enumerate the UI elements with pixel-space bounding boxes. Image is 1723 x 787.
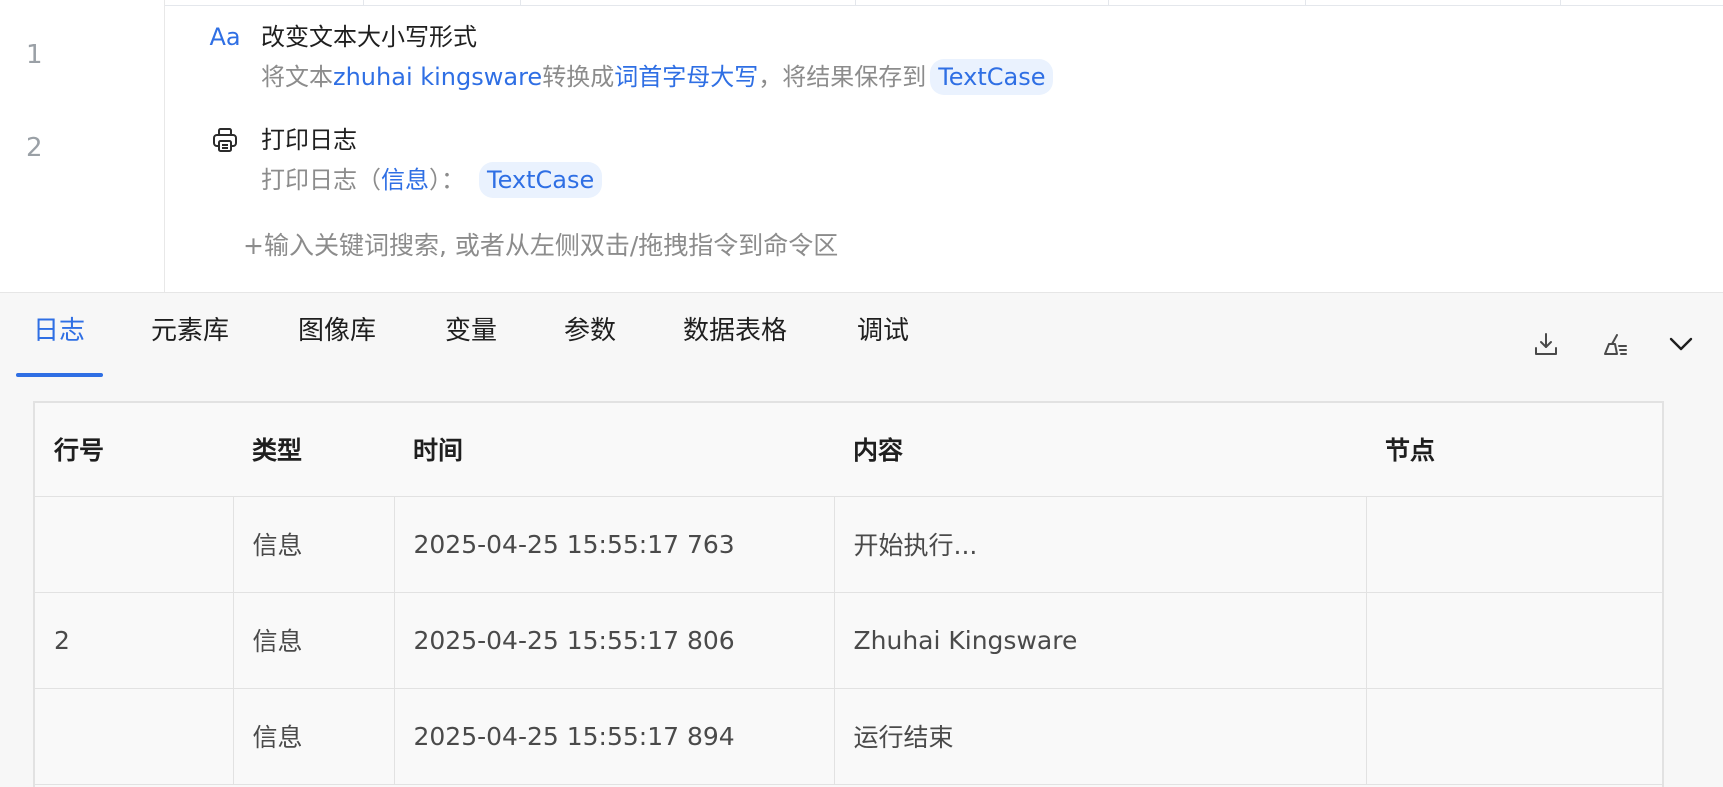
table-header-row: 行号 类型 时间 内容 节点: [35, 403, 1662, 497]
column-header-node: 节点: [1366, 403, 1662, 497]
chevron-down-icon[interactable]: [1664, 327, 1698, 361]
desc-text: 打印日志（: [261, 166, 381, 194]
cell-content: 开始执行...: [834, 496, 1367, 593]
cell-time: 2025-04-25 15:55:17 763: [394, 496, 835, 593]
cell-line: 2: [35, 592, 234, 689]
column-header-content: 内容: [834, 403, 1366, 497]
command-description: 将文本 zhuhai kingsware 转换成 词首字母大写 ，将结果保存到 …: [261, 58, 1054, 96]
cell-time: 2025-04-25 15:55:17 806: [394, 592, 835, 689]
tab-log[interactable]: 日志: [33, 313, 85, 349]
tab-parameters[interactable]: 参数: [564, 313, 616, 349]
command-title: 改变文本大小写形式: [261, 23, 477, 51]
desc-text-value[interactable]: zhuhai kingsware: [333, 58, 542, 96]
tab-element-library[interactable]: 元素库: [151, 313, 229, 349]
desc-log-level[interactable]: 信息: [381, 161, 429, 199]
tab-debug[interactable]: 调试: [857, 313, 909, 349]
log-table: 行号 类型 时间 内容 节点 信息 2025-04-25 15:55:17 76…: [33, 401, 1664, 787]
add-command-hint[interactable]: +输入关键词搜索, 或者从左侧双击/拖拽指令到命令区: [243, 228, 838, 264]
clear-icon[interactable]: [1598, 327, 1632, 361]
line-number: 1: [26, 40, 43, 70]
desc-text: 转换成: [542, 63, 615, 91]
desc-text: ）：: [429, 166, 465, 194]
table-row[interactable]: 信息 2025-04-25 15:55:17 763 开始执行...: [35, 496, 1662, 593]
cell-node: [1366, 592, 1662, 689]
command-description: 打印日志（ 信息 ）： TextCase: [261, 161, 603, 199]
desc-case-option[interactable]: 词首字母大写: [614, 58, 758, 96]
command-change-text-case[interactable]: Aa 改变文本大小写形式 将文本 zhuhai kingsware 转换成 词首…: [208, 20, 1608, 100]
cell-line: [35, 688, 234, 785]
cell-node: [1366, 496, 1662, 593]
table-row[interactable]: 2 信息 2025-04-25 15:55:17 806 Zhuhai King…: [35, 592, 1662, 689]
command-editor: 1 2 Aa 改变文本大小写形式 将文本 zhuhai kingsware 转换…: [0, 0, 1723, 292]
variable-chip[interactable]: TextCase: [930, 59, 1054, 95]
command-print-log[interactable]: 打印日志 打印日志（ 信息 ）： TextCase: [208, 123, 1608, 203]
desc-text: 将文本: [261, 63, 333, 91]
column-header-time: 时间: [394, 403, 834, 497]
command-title: 打印日志: [261, 126, 357, 154]
active-tab-indicator: [16, 373, 103, 377]
desc-text: ，将结果保存到: [758, 63, 927, 91]
cell-type: 信息: [233, 688, 395, 785]
cell-line: [35, 496, 234, 593]
text-case-icon: Aa: [209, 23, 241, 51]
column-header-line: 行号: [35, 403, 233, 497]
table-row[interactable]: 信息 2025-04-25 15:55:17 894 运行结束: [35, 688, 1662, 785]
cell-type: 信息: [233, 496, 395, 593]
top-tabs-strip: [165, 0, 1723, 6]
panel-tabs: 日志 元素库 图像库 变量 参数 数据表格 调试: [0, 293, 1723, 377]
line-number: 2: [26, 133, 43, 163]
cell-content: 运行结束: [834, 688, 1367, 785]
line-number-gutter: 1 2: [0, 0, 165, 292]
cell-time: 2025-04-25 15:55:17 894: [394, 688, 835, 785]
printer-icon: [208, 123, 242, 157]
download-icon[interactable]: [1529, 327, 1563, 361]
bottom-panel: 日志 元素库 图像库 变量 参数 数据表格 调试 行号 类型 时间 内容 节点 …: [0, 292, 1723, 787]
cell-node: [1366, 688, 1662, 785]
tab-image-library[interactable]: 图像库: [298, 313, 376, 349]
tab-data-table[interactable]: 数据表格: [683, 313, 787, 349]
cell-type: 信息: [233, 592, 395, 689]
column-header-type: 类型: [233, 403, 394, 497]
tab-variables[interactable]: 变量: [445, 313, 497, 349]
variable-chip[interactable]: TextCase: [479, 162, 603, 198]
cell-content: Zhuhai Kingsware: [834, 592, 1367, 689]
